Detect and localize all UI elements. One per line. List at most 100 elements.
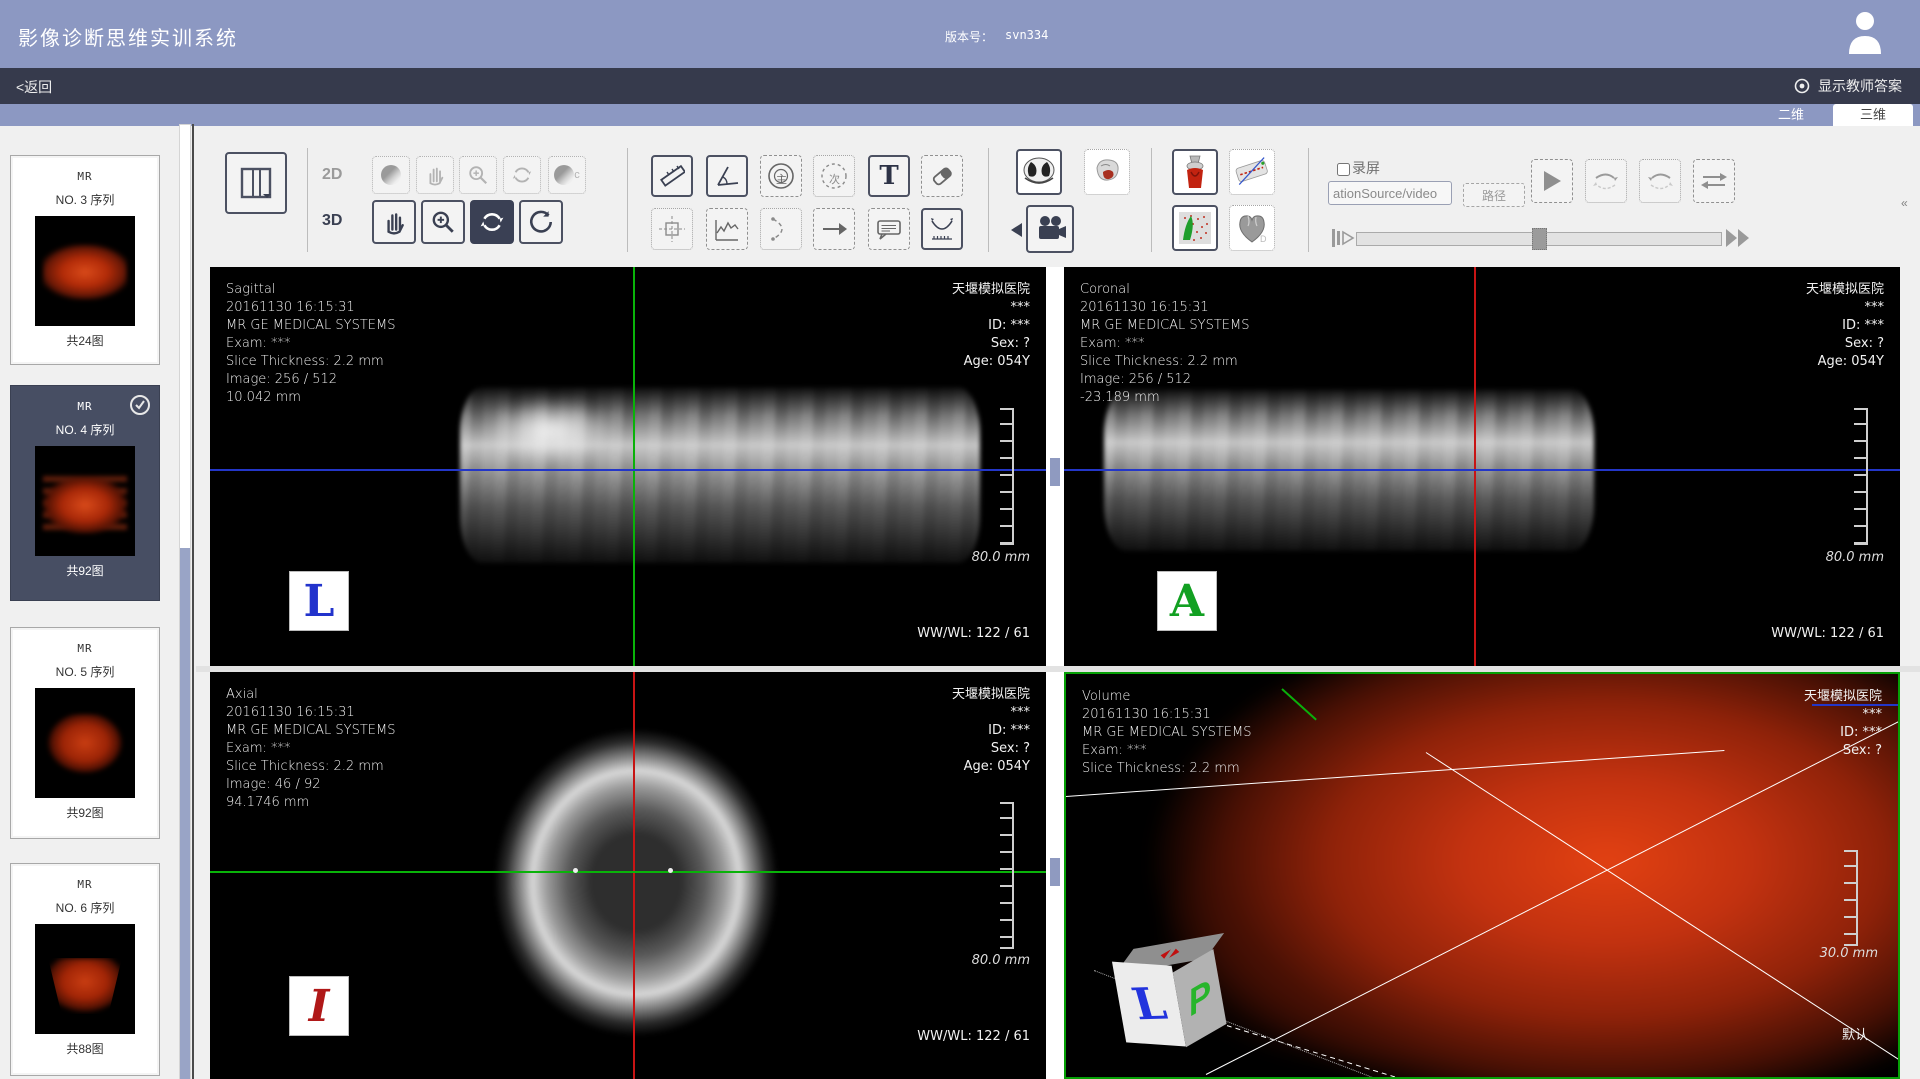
swing-anim-button[interactable]	[1693, 159, 1735, 203]
mr-slice-image	[488, 716, 784, 1036]
series-count: 共88图	[11, 1040, 159, 1057]
dicom-info-left: Coronal 20161130 16:15:31 MR GE MEDICAL …	[1080, 281, 1250, 407]
roi-main-button[interactable]: 主	[760, 155, 802, 197]
crosshair-vertical-red[interactable]	[633, 672, 635, 1079]
play-animation-button[interactable]	[1531, 159, 1573, 203]
orientation-cube[interactable]: L P	[1109, 936, 1247, 1067]
rotate-left-anim-button[interactable]	[1639, 159, 1681, 203]
roi-box-button[interactable]	[651, 208, 693, 250]
preset-muscle-button[interactable]	[1172, 149, 1218, 195]
crosshair-horizontal-blue[interactable]	[210, 469, 1046, 471]
dicom-info-left: Sagittal 20161130 16:15:31 MR GE MEDICAL…	[226, 281, 396, 407]
show-teacher-answer-button[interactable]: 显示教师答案	[1793, 76, 1902, 96]
crosshair-horizontal-blue[interactable]	[1064, 469, 1900, 471]
slider-start-icon[interactable]	[1331, 228, 1355, 248]
cycle-label: c	[574, 169, 580, 181]
text-annotation-button[interactable]: T	[868, 155, 910, 197]
roi-main-label: 主	[776, 171, 787, 187]
toolbar-divider	[988, 148, 989, 252]
wwwl-cycle-2d-button[interactable]: c	[548, 156, 586, 194]
preset-segmentation-button[interactable]	[1172, 205, 1218, 251]
splitter-handle[interactable]	[1050, 458, 1060, 486]
skull-3d-icon	[1089, 154, 1125, 190]
system-name: MR GE MEDICAL SYSTEMS	[1082, 724, 1252, 742]
green-region-icon	[1177, 210, 1213, 246]
sidebar-scrollbar-thumb[interactable]	[180, 548, 190, 1079]
mpr-capture-button[interactable]	[1016, 149, 1062, 195]
record-screen-label: 录屏	[1352, 158, 1380, 178]
zoom-2d-button[interactable]	[459, 156, 497, 194]
patient-name-masked: ***	[1806, 299, 1884, 317]
dicom-info-right: 天堰模拟医院 *** ID: *** Sex: ? Age: 054Y	[952, 281, 1030, 371]
cube-letter-p: P	[1185, 971, 1214, 1025]
study-datetime: 20161130 16:15:31	[226, 299, 396, 317]
rotate-2d-button[interactable]	[503, 156, 541, 194]
series-card-no4-selected[interactable]: MR NO. 4 序列 共92图	[10, 385, 160, 601]
export-arrow-icon	[1008, 220, 1024, 240]
spline-button[interactable]	[760, 208, 802, 250]
viewport-volume[interactable]: Volume 20161130 16:15:31 MR GE MEDICAL S…	[1064, 672, 1900, 1079]
video-path-input[interactable]	[1328, 181, 1452, 205]
viewport-column-splitter[interactable]	[1046, 267, 1064, 1079]
preset-heart-button[interactable]: D	[1229, 205, 1275, 251]
viewport-axial[interactable]: Axial 20161130 16:15:31 MR GE MEDICAL SY…	[210, 672, 1046, 1079]
viewport-row-splitter[interactable]	[196, 666, 1920, 672]
app-header: 影像诊断思维实训系统 版本号： svn334	[0, 0, 1920, 68]
hospital-name: 天堰模拟医院	[1806, 281, 1884, 299]
series-modality: MR	[11, 878, 159, 891]
arrow-annotation-button[interactable]	[813, 208, 855, 250]
measure-angle-button[interactable]	[706, 155, 748, 197]
pan-3d-button[interactable]	[372, 200, 416, 244]
path-button[interactable]: 路径	[1463, 183, 1525, 207]
slice-position: 94.1746 mm	[226, 794, 396, 812]
reset-view-button[interactable]	[519, 200, 563, 244]
curved-measure-button[interactable]	[921, 208, 963, 250]
eraser-button[interactable]	[921, 155, 963, 197]
toolbar-divider	[1308, 148, 1309, 252]
rotate-right-anim-button[interactable]	[1585, 159, 1627, 203]
preset-default-label: 默认	[1842, 1024, 1868, 1043]
tab-2d[interactable]: 二维	[1754, 104, 1828, 126]
patient-sex: Sex: ?	[1806, 335, 1884, 353]
rotate-icon	[511, 164, 533, 186]
play-icon	[1541, 169, 1563, 193]
viewport-sagittal[interactable]: Sagittal 20161130 16:15:31 MR GE MEDICAL…	[210, 267, 1046, 666]
version-label: 版本号：	[945, 28, 993, 45]
orientation-letter: I	[309, 981, 330, 1032]
back-button[interactable]: <返回	[16, 77, 52, 97]
patient-sex: Sex: ?	[952, 335, 1030, 353]
wwwl-readout: WW/WL: 122 / 61	[917, 626, 1030, 641]
animation-slider-thumb[interactable]	[1532, 228, 1547, 250]
rotate-3d-button-active[interactable]	[470, 200, 514, 244]
crosshair-box-icon	[658, 215, 686, 243]
series-thumbnail	[35, 688, 135, 798]
slice-thickness: Slice Thickness: 2.2 mm	[226, 758, 396, 776]
volume-capture-button[interactable]	[1084, 149, 1130, 195]
preset-slice-button[interactable]	[1229, 149, 1275, 195]
comment-button[interactable]	[868, 208, 910, 250]
zoom-3d-button[interactable]	[421, 200, 465, 244]
slider-end-icon[interactable]	[1724, 226, 1754, 250]
series-card-no3[interactable]: MR NO. 3 序列 共24图	[10, 155, 160, 365]
tab-3d[interactable]: 三维	[1833, 104, 1913, 126]
layout-selector-button[interactable]	[225, 152, 287, 214]
curve-icon	[767, 215, 795, 243]
profile-curve-button[interactable]	[706, 208, 748, 250]
crosshair-vertical-green[interactable]	[633, 267, 635, 666]
curved-ruler-icon	[928, 215, 956, 243]
record-animation-button[interactable]	[1026, 205, 1074, 253]
crosshair-horizontal-green[interactable]	[210, 871, 1046, 873]
pan-2d-button[interactable]	[416, 156, 454, 194]
dimension-tabstrip: 二维 三维	[0, 104, 1920, 126]
splitter-handle[interactable]	[1050, 858, 1060, 886]
roi-secondary-button[interactable]: 次	[813, 155, 855, 197]
wwwl-2d-button[interactable]	[372, 156, 410, 194]
series-card-no5[interactable]: MR NO. 5 序列 共92图	[10, 627, 160, 839]
measure-length-button[interactable]	[651, 155, 693, 197]
user-avatar-icon[interactable]	[1843, 8, 1887, 56]
series-card-no6[interactable]: MR NO. 6 序列 共88图	[10, 863, 160, 1076]
crosshair-vertical-red[interactable]	[1474, 267, 1476, 666]
viewport-coronal[interactable]: Coronal 20161130 16:15:31 MR GE MEDICAL …	[1064, 267, 1900, 666]
collapse-chevron-icon[interactable]: «	[1901, 196, 1908, 210]
record-screen-checkbox[interactable]	[1337, 163, 1350, 176]
